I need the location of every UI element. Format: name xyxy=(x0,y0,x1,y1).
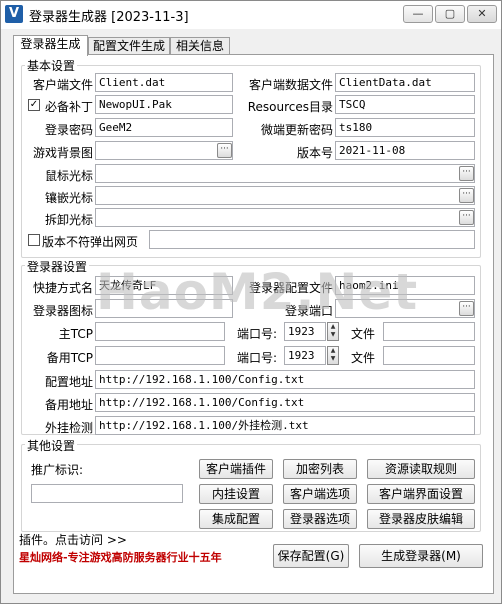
other-settings-title: 其他设置 xyxy=(25,437,78,454)
background-label: 游戏背景图 xyxy=(32,146,93,160)
port2-input[interactable]: 1923 xyxy=(284,346,326,365)
inner-plugin-button[interactable]: 内挂设置 xyxy=(199,484,273,504)
spin-down-icon[interactable]: ▼ xyxy=(331,355,336,362)
plugin-check-label: 外挂检测 xyxy=(44,421,93,435)
minimize-button[interactable]: — xyxy=(403,5,433,23)
config-file-label: 登录器配置文件 xyxy=(248,281,333,295)
file1-input[interactable] xyxy=(383,322,475,341)
config-file-input[interactable]: haom2.ini xyxy=(335,276,475,295)
file1-label: 文件 xyxy=(351,327,376,341)
close-button[interactable]: ✕ xyxy=(467,5,497,23)
promo-input[interactable] xyxy=(31,484,183,503)
maximize-button[interactable]: ▢ xyxy=(435,5,465,23)
port1-label: 端口号: xyxy=(237,327,278,341)
generate-launcher-button[interactable]: 生成登录器(M) xyxy=(359,544,483,568)
spin-down-icon[interactable]: ▼ xyxy=(331,331,336,338)
remove-cursor-label: 拆卸光标 xyxy=(44,213,93,227)
app-window: V 登录器生成器 [2023-11-3] — ▢ ✕ 登录器生成 配置文件生成 … xyxy=(0,0,502,604)
main-tcp-label: 主TCP xyxy=(58,327,93,341)
micro-password-label: 微端更新密码 xyxy=(260,123,333,137)
popup-label: 版本不符弹出网页 xyxy=(42,235,139,249)
client-ui-settings-button[interactable]: 客户端界面设置 xyxy=(367,484,475,504)
port2-spinner[interactable]: ▲ ▼ xyxy=(327,346,339,365)
popup-checkbox[interactable] xyxy=(28,234,40,246)
client-data-input[interactable]: ClientData.dat xyxy=(335,73,475,92)
resources-label: Resources目录 xyxy=(247,100,333,114)
client-options-button[interactable]: 客户端选项 xyxy=(283,484,357,504)
launcher-settings-title: 登录器设置 xyxy=(25,258,90,275)
integrated-config-button[interactable]: 集成配置 xyxy=(199,509,273,529)
backup-address-input[interactable]: http://192.168.1.100/Config.txt xyxy=(95,393,475,412)
patch-input[interactable]: NewopUI.Pak xyxy=(95,95,233,114)
tab-related-info[interactable]: 相关信息 xyxy=(170,37,230,55)
inlay-cursor-input[interactable] xyxy=(95,186,475,205)
encrypt-list-button[interactable]: 加密列表 xyxy=(283,459,357,479)
version-label: 版本号 xyxy=(296,146,333,160)
slogan-text: 星灿网络-专注游戏高防服务器行业十五年 xyxy=(19,551,222,564)
port2-label: 端口号: xyxy=(237,351,278,365)
tab-launcher-generate[interactable]: 登录器生成 xyxy=(13,35,88,56)
password-label: 登录密码 xyxy=(44,123,93,137)
window-title: 登录器生成器 [2023-11-3] xyxy=(29,10,189,25)
spin-up-icon[interactable]: ▲ xyxy=(331,347,336,354)
port1-input[interactable]: 1923 xyxy=(284,322,326,341)
app-logo-icon: V xyxy=(5,5,23,23)
background-browse-button[interactable]: ··· xyxy=(217,143,232,158)
launcher-options-button[interactable]: 登录器选项 xyxy=(283,509,357,529)
version-input[interactable]: 2021-11-08 xyxy=(335,141,475,160)
inlay-cursor-label: 镶嵌光标 xyxy=(44,191,93,205)
title-bar[interactable]: V 登录器生成器 [2023-11-3] — ▢ ✕ xyxy=(1,1,501,29)
config-address-input[interactable]: http://192.168.1.100/Config.txt xyxy=(95,370,475,389)
micro-password-input[interactable]: ts180 xyxy=(335,118,475,137)
save-config-button[interactable]: 保存配置(G) xyxy=(273,544,349,568)
shortcut-label: 快捷方式名 xyxy=(32,281,93,295)
patch-label: 必备补丁 xyxy=(44,100,93,114)
port1-spinner[interactable]: ▲ ▼ xyxy=(327,322,339,341)
client-plugin-button[interactable]: 客户端插件 xyxy=(199,459,273,479)
patch-checkbox[interactable]: ✓ xyxy=(28,99,40,111)
cursor-input[interactable] xyxy=(95,164,475,183)
shortcut-input[interactable]: 天龙传奇LF xyxy=(95,276,233,295)
launcher-icon-label: 登录器图标 xyxy=(32,304,93,318)
promo-label: 推广标识: xyxy=(31,463,84,477)
client-file-input[interactable]: Client.dat xyxy=(95,73,233,92)
tab-config-generate[interactable]: 配置文件生成 xyxy=(88,37,170,55)
resource-rules-button[interactable]: 资源读取规则 xyxy=(367,459,475,479)
password-input[interactable]: GeeM2 xyxy=(95,118,233,137)
cursor-browse-button[interactable]: ··· xyxy=(459,166,474,181)
main-tcp-input[interactable] xyxy=(95,322,225,341)
client-data-label: 客户端数据文件 xyxy=(248,78,333,92)
client-file-label: 客户端文件 xyxy=(32,78,93,92)
login-port-browse-button[interactable]: ··· xyxy=(459,301,474,316)
remove-cursor-browse-button[interactable]: ··· xyxy=(459,210,474,225)
launcher-icon-input[interactable] xyxy=(95,299,233,318)
inlay-cursor-browse-button[interactable]: ··· xyxy=(459,188,474,203)
file2-label: 文件 xyxy=(351,351,376,365)
launcher-skin-button[interactable]: 登录器皮肤编辑 xyxy=(367,509,475,529)
login-port-input[interactable] xyxy=(335,299,475,318)
resources-input[interactable]: TSCQ xyxy=(335,95,475,114)
background-input[interactable] xyxy=(95,141,233,160)
login-port-label: 登录端口 xyxy=(284,304,333,318)
cursor-label: 鼠标光标 xyxy=(44,169,93,183)
remove-cursor-input[interactable] xyxy=(95,208,475,227)
backup-tcp-label: 备用TCP xyxy=(46,351,93,365)
basic-settings-title: 基本设置 xyxy=(25,57,78,74)
config-address-label: 配置地址 xyxy=(44,375,93,389)
plugin-check-input[interactable]: http://192.168.1.100/外挂检测.txt xyxy=(95,416,475,435)
popup-input[interactable] xyxy=(149,230,475,249)
file2-input[interactable] xyxy=(383,346,475,365)
backup-address-label: 备用地址 xyxy=(44,398,93,412)
plugin-link[interactable]: 插件。点击访问 >> xyxy=(19,531,127,548)
spin-up-icon[interactable]: ▲ xyxy=(331,323,336,330)
backup-tcp-input[interactable] xyxy=(95,346,225,365)
